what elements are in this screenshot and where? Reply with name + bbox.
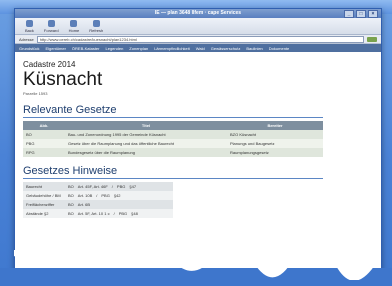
back-button[interactable]: Back	[25, 19, 34, 33]
close-icon[interactable]: ×	[368, 10, 378, 18]
hinweis-topic: Gebäudehöhe / BM	[26, 193, 61, 198]
nav-item[interactable]: ÖREB-Kataster	[72, 46, 100, 51]
table-header-row: Abk. Titel Bereiter	[23, 121, 323, 130]
cadastre-label: Cadastre 2014	[23, 60, 76, 69]
window-controls: _ □ ×	[344, 10, 378, 18]
minimize-icon[interactable]: _	[344, 10, 354, 18]
list-item[interactable]: Baurecht BO Art. 45F, Art. 46F / PBG §47	[23, 182, 173, 191]
torn-paper-shape	[14, 250, 380, 280]
nav-item[interactable]: Lärmempfindlichkeit	[154, 46, 190, 51]
nav-item[interactable]: Legenden	[106, 46, 124, 51]
nav-item[interactable]: Baulinien	[246, 46, 262, 51]
list-item[interactable]: Abstände §2 BO Art. 5F, Art. 10 1 c / PB…	[23, 209, 173, 218]
nav-item[interactable]: Zonenplan	[129, 46, 148, 51]
table-cell: RPG	[23, 148, 65, 157]
refresh-label: Refresh	[89, 27, 104, 33]
hinweis-source: BO	[68, 202, 74, 207]
hinweis-articles: Art. 5F, Art. 10 1 c	[77, 211, 110, 216]
nav-item[interactable]: Eigentümer	[45, 46, 65, 51]
nav-item[interactable]: Grundstück	[19, 46, 39, 51]
refresh-button[interactable]: Refresh	[89, 19, 104, 33]
hinweis-sep: /	[96, 193, 98, 198]
table-cell: PBG	[23, 139, 65, 148]
site-nav: Grundstück Eigentümer ÖREB-Kataster Lege…	[15, 44, 381, 52]
page-content: Cadastre 2014 Küsnacht Parzelle 1593 Rel…	[15, 52, 381, 218]
home-button[interactable]: Home	[68, 19, 80, 33]
hinweis-topic: Freiflächenziffer	[26, 202, 55, 207]
column-header: Bereiter	[227, 121, 323, 130]
back-label: Back	[25, 27, 34, 33]
hinweis-sep: /	[113, 211, 115, 216]
home-icon	[70, 19, 78, 27]
table-row[interactable]: BO Bau- und Zonenordnung 1995 der Gemein…	[23, 130, 323, 139]
home-label: Home	[68, 27, 80, 33]
window-titlebar: IE — plan 3648 IIfem · cape Services _ □…	[15, 9, 381, 18]
browser-window: IE — plan 3648 IIfem · cape Services _ □…	[14, 8, 382, 278]
list-item[interactable]: Freiflächenziffer BO Art. 6B	[23, 200, 173, 209]
address-input[interactable]: http://www.oereb.ch/cadastre/kuesnacht/p…	[36, 35, 364, 43]
hinweis-source: BO	[68, 211, 74, 216]
nav-item[interactable]: Gewässerschutz	[211, 46, 241, 51]
laws-table: Abk. Titel Bereiter BO Bau- und Zonenord…	[23, 121, 323, 157]
hinweis-source: BO	[68, 184, 74, 189]
list-item[interactable]: Gebäudehöhe / BM BO Art. 10B / PBG §42	[23, 191, 173, 200]
table-cell: Bundesgesetz über die Raumplanung	[65, 148, 227, 157]
column-header: Abk.	[23, 121, 65, 130]
table-cell: BO	[23, 130, 65, 139]
page-title: Küsnacht	[23, 69, 103, 90]
table-cell: Gesetz über die Raumplanung und das öffe…	[65, 139, 227, 148]
hinweis-articles2: §48	[131, 211, 138, 216]
parcel-subtitle: Parzelle 1593	[23, 91, 48, 96]
table-row[interactable]: RPG Bundesgesetz über die Raumplanung Ra…	[23, 148, 323, 157]
table-row[interactable]: PBG Gesetz über die Raumplanung und das …	[23, 139, 323, 148]
refresh-icon	[92, 19, 100, 27]
nav-item[interactable]: Dokumente	[269, 46, 289, 51]
hinweis-topic: Abstände §2	[26, 211, 49, 216]
maximize-icon[interactable]: □	[356, 10, 366, 18]
hinweis-sep: /	[111, 184, 113, 189]
forward-arrow-icon	[47, 19, 55, 27]
hinweis-articles2: §42	[113, 193, 121, 198]
column-header: Titel	[65, 121, 227, 130]
table-cell: BZO Küsnacht	[227, 130, 323, 139]
address-label: Adresse	[19, 36, 34, 42]
address-bar: Adresse http://www.oereb.ch/cadastre/kue…	[15, 35, 381, 44]
hinweise-list: Baurecht BO Art. 45F, Art. 46F / PBG §47…	[23, 182, 173, 218]
go-button[interactable]	[367, 36, 377, 42]
forward-label: Forward	[43, 27, 59, 33]
table-cell: Raumplanungsgesetz	[227, 148, 323, 157]
hinweis-source2: PBG	[116, 184, 126, 189]
hinweis-articles: Art. 10B	[77, 193, 93, 198]
section-heading-laws: Relevante Gesetze	[23, 104, 323, 118]
hinweis-source2: PBG	[101, 193, 110, 198]
section-heading-hinweise: Gesetzes Hinweise	[23, 165, 323, 179]
hinweis-topic: Baurecht	[26, 184, 43, 189]
nav-item[interactable]: Wald	[196, 46, 205, 51]
table-cell: Bau- und Zonenordnung 1995 der Gemeinde …	[65, 130, 227, 139]
forward-button[interactable]: Forward	[43, 19, 59, 33]
hinweis-articles: Art. 45F, Art. 46F	[77, 184, 108, 189]
browser-toolbar: Back Forward Home Refresh	[15, 18, 381, 35]
torn-page-edge	[14, 250, 380, 280]
hinweis-articles: Art. 6B	[77, 202, 91, 207]
back-arrow-icon	[25, 19, 33, 27]
table-cell: Planungs und Baugesetz	[227, 139, 323, 148]
hinweis-articles2: §47	[129, 184, 137, 189]
hinweis-source2: PBG	[118, 211, 128, 216]
window-title: IE — plan 3648 IIfem · cape Services	[154, 10, 242, 16]
hinweis-source: BO	[68, 193, 74, 198]
